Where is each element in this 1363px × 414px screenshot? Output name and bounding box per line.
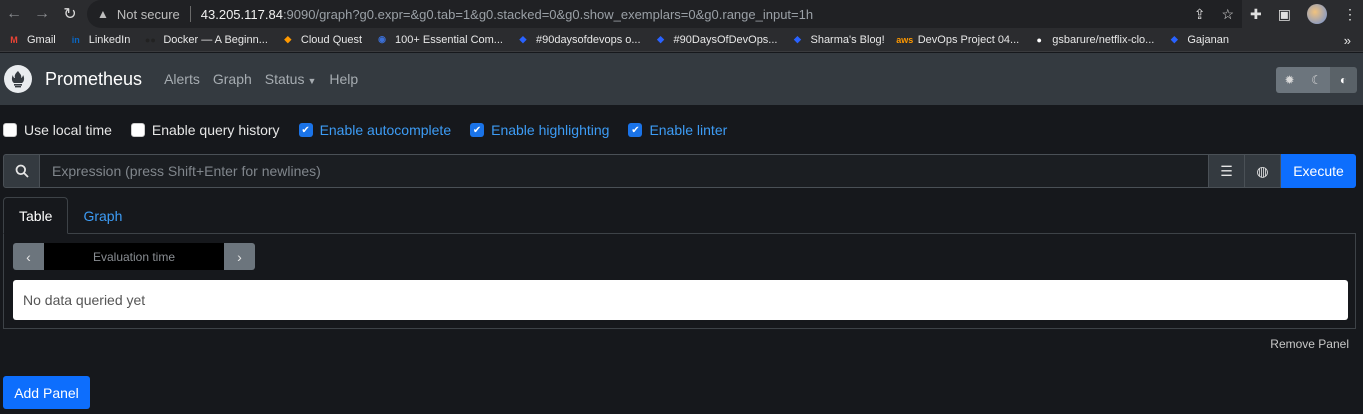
bookmark-item[interactable]: ● gsbarure/netflix-clo...: [1032, 33, 1155, 47]
checkbox[interactable]: [130, 123, 145, 137]
metrics-explorer-icon[interactable]: ◍: [1245, 154, 1281, 188]
bookmark-label: Gmail: [27, 33, 56, 46]
bookmark-label: Gajanan: [1187, 33, 1229, 46]
bookmark-item[interactable]: ◉ 100+ Essential Com...: [375, 33, 503, 47]
docker-icon: ●●: [144, 34, 156, 45]
bookmark-item[interactable]: in LinkedIn: [69, 33, 131, 47]
caret-down-icon: ▼: [307, 76, 317, 86]
bookmark-item[interactable]: ◆ #90daysofdevops o...: [516, 33, 641, 47]
sidepanel-icon[interactable]: ▣: [1278, 6, 1291, 23]
prometheus-navbar: Prometheus Alerts Graph Status ▼ Help ✹ ☾…: [0, 53, 1363, 105]
brand-title[interactable]: Prometheus: [45, 69, 142, 90]
option-label: Use local time: [24, 122, 112, 138]
hashnode-icon: ◆: [794, 34, 801, 44]
evaluation-time-input[interactable]: [44, 243, 224, 270]
hashnode-icon: ◆: [519, 34, 527, 44]
search-icon: [3, 154, 40, 188]
bookmark-label: gsbarure/netflix-clo...: [1052, 33, 1155, 46]
evaluation-time-control: ‹ ›: [13, 243, 255, 270]
option-label: Enable highlighting: [491, 122, 610, 138]
star-icon[interactable]: ☆: [1221, 6, 1234, 23]
table-panel: ‹ › No data queried yet: [3, 234, 1356, 329]
prometheus-logo-icon[interactable]: [4, 65, 32, 93]
security-status: Not secure: [116, 6, 180, 22]
bookmark-label: #90daysofdevops o...: [535, 33, 641, 46]
format-expression-icon[interactable]: ☰: [1209, 154, 1245, 188]
hashnode-icon: ◆: [1170, 34, 1178, 44]
menu-icon[interactable]: ⋮: [1343, 6, 1357, 23]
bookmark-label: DevOps Project 04...: [917, 33, 1020, 46]
globe-icon: ◉: [378, 34, 386, 44]
option-enable-autocomplete[interactable]: ✔ Enable autocomplete: [298, 122, 452, 138]
bookmark-label: LinkedIn: [88, 33, 131, 46]
bookmarks-bar: M Gmail in LinkedIn ●● Docker — A Beginn... ◆ C…: [0, 28, 1363, 52]
bookmark-item[interactable]: ◆ Gajanan: [1167, 33, 1229, 47]
nav-alerts[interactable]: Alerts: [164, 71, 200, 87]
option-enable-query-history[interactable]: Enable query history: [130, 122, 280, 138]
bookmark-item[interactable]: aws DevOps Project 04...: [896, 33, 1020, 47]
profile-avatar[interactable]: [1307, 4, 1327, 24]
url-host: 43.205.117.84: [200, 6, 283, 22]
bookmarks-overflow-icon[interactable]: »: [1344, 28, 1351, 51]
moon-icon[interactable]: ☾: [1303, 67, 1330, 93]
bookmark-item[interactable]: ●● Docker — A Beginn...: [143, 33, 268, 47]
add-panel-button[interactable]: Add Panel: [3, 376, 90, 409]
aws-icon: aws: [896, 34, 914, 45]
linkedin-icon: in: [71, 34, 80, 45]
bookmark-item[interactable]: ◆ Cloud Quest: [281, 33, 362, 47]
checkbox[interactable]: ✔: [298, 123, 313, 137]
bookmark-item[interactable]: M Gmail: [7, 33, 56, 47]
bookmark-label: #90DaysOfDevOps...: [673, 33, 778, 46]
adjust-icon[interactable]: ◐: [1330, 67, 1357, 93]
sun-icon[interactable]: ✹: [1276, 67, 1303, 93]
back-arrow-icon[interactable]: ←: [0, 0, 28, 28]
checkbox[interactable]: ✔: [470, 123, 485, 137]
nav-graph[interactable]: Graph: [213, 71, 252, 87]
nav-help[interactable]: Help: [329, 71, 358, 87]
no-data-message: No data queried yet: [13, 280, 1348, 320]
bookmark-label: Sharma's Blog!: [810, 33, 885, 46]
option-label: Enable autocomplete: [319, 122, 452, 138]
chevron-left-icon[interactable]: ‹: [13, 243, 44, 270]
expression-input[interactable]: [40, 154, 1209, 188]
expression-row: ☰ ◍ Execute: [3, 154, 1356, 188]
forward-arrow-icon[interactable]: →: [28, 0, 56, 28]
option-use-local-time[interactable]: Use local time: [3, 122, 112, 138]
remove-panel-link[interactable]: Remove Panel: [1270, 337, 1349, 351]
github-icon: ●: [1036, 34, 1042, 45]
bookmark-label: 100+ Essential Com...: [395, 33, 503, 46]
query-options: Use local time Enable query history ✔ Enabl…: [3, 121, 746, 139]
reload-icon[interactable]: ↻: [56, 0, 84, 28]
bookmark-item[interactable]: ◆ Sharma's Blog!: [790, 33, 885, 47]
option-enable-highlighting[interactable]: ✔ Enable highlighting: [470, 122, 609, 138]
theme-switcher: ✹ ☾ ◐: [1276, 67, 1357, 93]
option-label: Enable linter: [649, 122, 728, 138]
url-path: :9090/graph?g0.expr=&g0.tab=1&g0.stacked…: [282, 6, 814, 22]
checkbox[interactable]: ✔: [628, 123, 643, 137]
checkbox[interactable]: [3, 123, 17, 137]
extensions-icon[interactable]: ✚: [1250, 6, 1262, 23]
bookmark-label: Cloud Quest: [300, 33, 363, 46]
hashnode-icon: ◆: [657, 34, 664, 44]
option-enable-linter[interactable]: ✔ Enable linter: [628, 122, 727, 138]
bookmark-item[interactable]: ◆ #90DaysOfDevOps...: [654, 33, 778, 47]
warning-icon: ▲: [97, 7, 109, 21]
browser-toolbar: ← → ↻ ▲ Not secure 43.205.117.84:9090/gr…: [0, 0, 1363, 28]
bookmark-label: Docker — A Beginn...: [163, 33, 268, 46]
chevron-right-icon[interactable]: ›: [224, 243, 255, 270]
cloudquest-icon: ◆: [284, 34, 292, 44]
nav-status-label: Status: [264, 71, 305, 87]
execute-button[interactable]: Execute: [1281, 154, 1356, 188]
tab-table[interactable]: Table: [3, 197, 69, 234]
tab-graph[interactable]: Graph: [68, 197, 137, 234]
gmail-icon: M: [10, 34, 18, 45]
panel-tabs: Table Graph: [3, 197, 1356, 234]
share-icon[interactable]: ⇪: [1194, 6, 1206, 23]
option-label: Enable query history: [151, 122, 280, 138]
nav-status[interactable]: Status ▼: [265, 71, 317, 87]
address-bar[interactable]: ▲ Not secure 43.205.117.84:9090/graph?g0…: [87, 0, 1242, 28]
divider: [189, 6, 191, 22]
